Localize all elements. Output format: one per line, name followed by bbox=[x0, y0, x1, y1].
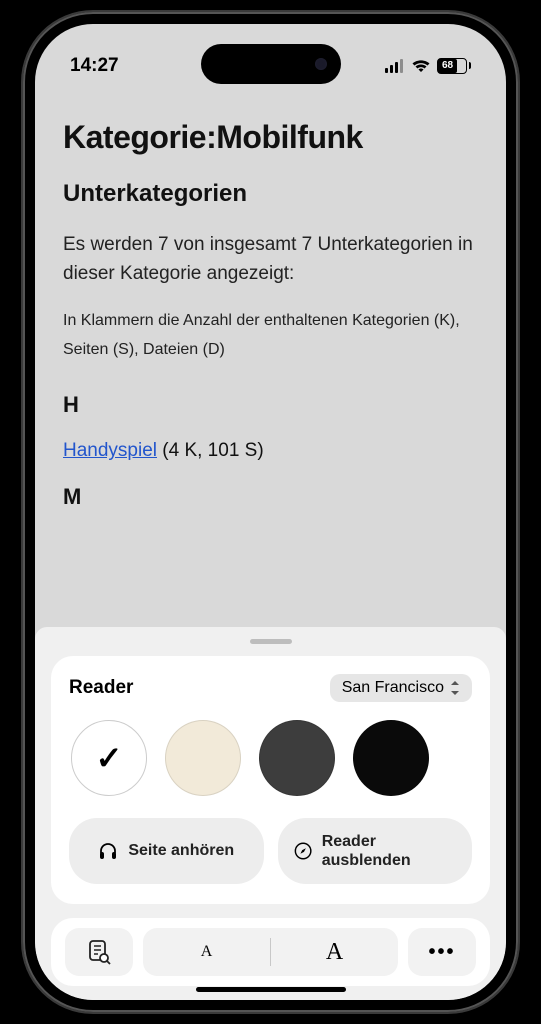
chevron-up-down-icon bbox=[450, 681, 460, 695]
cellular-icon bbox=[385, 59, 405, 73]
battery-percent: 68 bbox=[438, 59, 457, 73]
doc-search-icon bbox=[87, 939, 111, 965]
category-meta: (4 K, 101 S) bbox=[157, 440, 264, 461]
font-larger-button[interactable]: A bbox=[271, 939, 398, 966]
home-indicator[interactable] bbox=[196, 987, 346, 992]
camera-dot bbox=[315, 58, 327, 70]
more-icon: ••• bbox=[428, 941, 455, 964]
screen: 14:27 68 Kategorie:Mobilfunk Unterkatego… bbox=[35, 24, 506, 1000]
letter-heading-m: M bbox=[63, 484, 478, 510]
compass-icon bbox=[294, 841, 312, 861]
reader-actions: Seite anhören Reader ausblenden bbox=[69, 818, 472, 884]
clock: 14:27 bbox=[70, 55, 119, 77]
section-heading: Unterkategorien bbox=[63, 180, 478, 208]
dynamic-island bbox=[201, 44, 341, 84]
check-icon: ✓ bbox=[96, 739, 123, 777]
battery-indicator: 68 bbox=[437, 58, 471, 74]
hide-label: Reader ausblenden bbox=[322, 832, 456, 870]
letter-heading-h: H bbox=[63, 392, 478, 418]
category-entry: Handyspiel (4 K, 101 S) bbox=[63, 440, 478, 462]
hide-reader-button[interactable]: Reader ausblenden bbox=[278, 818, 473, 884]
phone-frame: 14:27 68 Kategorie:Mobilfunk Unterkatego… bbox=[23, 12, 518, 1012]
reader-sheet: Reader San Francisco ✓ Seite anhören bbox=[35, 627, 506, 1000]
more-button[interactable]: ••• bbox=[408, 928, 476, 976]
page-title: Kategorie:Mobilfunk bbox=[63, 119, 478, 156]
sheet-grabber[interactable] bbox=[250, 639, 292, 644]
category-link-handyspiel[interactable]: Handyspiel bbox=[63, 440, 157, 461]
bottom-toolbar: A A ••• bbox=[51, 918, 490, 986]
font-smaller-button[interactable]: A bbox=[143, 943, 270, 961]
listen-label: Seite anhören bbox=[128, 841, 234, 860]
reader-title: Reader bbox=[69, 677, 133, 699]
theme-black[interactable] bbox=[353, 720, 429, 796]
wifi-icon bbox=[411, 59, 431, 73]
legend-text: In Klammern die Anzahl der enthaltenen K… bbox=[63, 307, 478, 365]
reader-mode-button[interactable] bbox=[65, 928, 133, 976]
font-selector[interactable]: San Francisco bbox=[330, 674, 472, 702]
intro-text: Es werden 7 von insgesamt 7 Unterkategor… bbox=[63, 230, 478, 289]
font-name: San Francisco bbox=[342, 679, 444, 697]
theme-white[interactable]: ✓ bbox=[71, 720, 147, 796]
reader-card: Reader San Francisco ✓ Seite anhören bbox=[51, 656, 490, 904]
status-right: 68 bbox=[385, 58, 471, 74]
theme-sepia[interactable] bbox=[165, 720, 241, 796]
headphones-icon bbox=[98, 841, 118, 861]
font-size-segment: A A bbox=[143, 928, 398, 976]
theme-swatches: ✓ bbox=[69, 720, 472, 796]
listen-button[interactable]: Seite anhören bbox=[69, 818, 264, 884]
theme-gray[interactable] bbox=[259, 720, 335, 796]
